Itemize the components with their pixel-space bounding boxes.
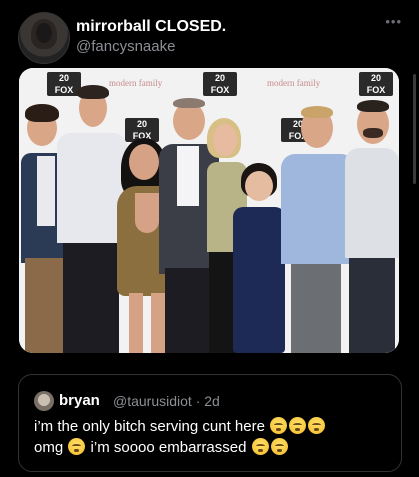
post-header: mirrorball CLOSED. @fancysnaake ••• [18, 12, 408, 64]
person-figure [341, 98, 399, 353]
quoted-author-handle-time: @taurusidiot · 2d [113, 393, 220, 409]
quoted-post-card[interactable]: bryan @taurusidiot · 2d i’m the only bit… [18, 374, 402, 472]
quoted-text-line2-end: i’m soooo embarrassed [90, 439, 247, 456]
fox-logo: 20 FOX [359, 72, 393, 96]
author-avatar[interactable] [18, 12, 70, 64]
grimacing-face-icon [270, 438, 288, 455]
fox-logo: 20 FOX [203, 72, 237, 96]
backdrop-logo-text: modern family [267, 78, 321, 88]
grimacing-face-icon [251, 438, 269, 455]
quoted-author-avatar[interactable] [34, 391, 54, 411]
scrollbar[interactable] [413, 74, 416, 184]
grimacing-face-icon [270, 417, 288, 434]
grimacing-face-icon [308, 417, 326, 434]
post-photo[interactable]: 20 FOX 20 FOX 20 FOX 20 FOX 20 FOX modern fam… [19, 68, 399, 353]
quoted-post-text: i’m the only bitch serving cunt here omg… [34, 416, 394, 458]
grimacing-face-icon [289, 417, 307, 434]
author-display-name[interactable]: mirrorball CLOSED. [76, 18, 226, 36]
avatar-face [36, 23, 52, 43]
grimacing-face-icon [68, 438, 86, 455]
quoted-text-line2-start: omg [34, 439, 64, 456]
quoted-author-display-name[interactable]: bryan [59, 392, 100, 409]
more-dots-icon[interactable]: ••• [385, 14, 402, 29]
quoted-text-line1: i’m the only bitch serving cunt here [34, 418, 265, 435]
author-handle[interactable]: @fancysnaake [76, 38, 175, 55]
